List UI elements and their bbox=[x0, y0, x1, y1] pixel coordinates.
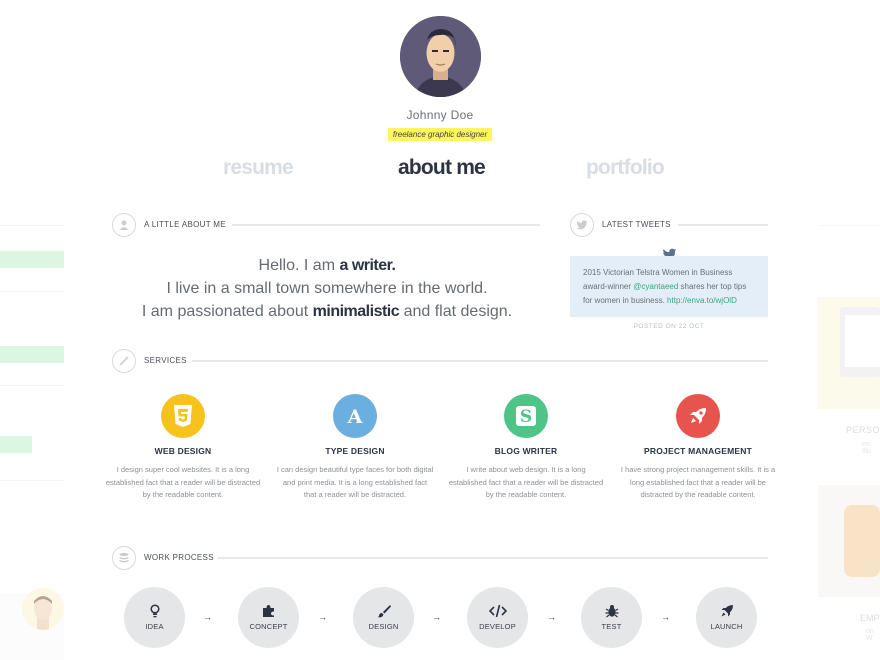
left-side-panel bbox=[0, 225, 64, 660]
brush-icon bbox=[377, 605, 391, 618]
rocket-icon bbox=[721, 605, 733, 617]
wand-icon bbox=[112, 349, 136, 373]
about-line1-prefix: Hello. I am bbox=[258, 257, 340, 274]
profile-role: freelance graphic designer bbox=[387, 128, 493, 141]
process-section-header: WORK PROCESS bbox=[112, 546, 768, 570]
service-description: I write about web design. It is a long e… bbox=[448, 465, 604, 499]
profile-name: Johnny Doe bbox=[406, 108, 474, 122]
lightbulb-icon bbox=[149, 604, 160, 618]
service-type-design: A TYPE DESIGN I can design beautiful typ… bbox=[270, 394, 440, 502]
step-label: DEVELOP bbox=[479, 622, 516, 631]
nav-portfolio[interactable]: portfolio bbox=[586, 156, 665, 180]
step-label: TEST bbox=[601, 622, 622, 631]
divider bbox=[232, 224, 540, 226]
about-section-header: A LITTLE ABOUT ME bbox=[112, 213, 542, 237]
about-line1-bold: a writer. bbox=[339, 257, 396, 274]
portfolio-thumb-1[interactable] bbox=[818, 297, 880, 409]
step-label: DESIGN bbox=[368, 622, 399, 631]
bug-icon bbox=[605, 605, 618, 618]
twitter-icon bbox=[570, 213, 594, 237]
tweet-url-link[interactable]: http://enva.to/wjOlD bbox=[667, 296, 737, 305]
arrow-icon: → bbox=[661, 612, 670, 622]
about-line3-suffix: and flat design. bbox=[399, 303, 513, 320]
service-project-management: PROJECT MANAGEMENT I have strong project… bbox=[613, 394, 783, 502]
letter-a-icon: A bbox=[333, 394, 377, 438]
about-line3-prefix: I am passionated about bbox=[141, 303, 313, 320]
puzzle-icon bbox=[262, 605, 274, 617]
mini-avatar bbox=[22, 588, 64, 630]
service-title: PROJECT MANAGEMENT bbox=[644, 446, 752, 456]
blog-s-icon: S bbox=[504, 394, 548, 438]
rocket-icon bbox=[676, 394, 720, 438]
process-step-launch: LAUNCH bbox=[696, 587, 757, 648]
tweet-mention-link[interactable]: @cyantaeed bbox=[633, 282, 678, 291]
svg-text:S: S bbox=[520, 407, 532, 427]
process-step-design: DESIGN bbox=[353, 587, 414, 648]
arrow-icon: → bbox=[547, 612, 556, 622]
tweet-card: 2015 Victorian Telstra Women in Business… bbox=[570, 256, 768, 317]
service-web-design: WEB DESIGN I design super cool websites.… bbox=[98, 394, 268, 502]
service-description: I can design beautiful type faces for bo… bbox=[276, 465, 434, 499]
process-step-test: TEST bbox=[581, 587, 642, 648]
portfolio-subcaption-2: on W bbox=[866, 628, 874, 642]
process-step-idea: IDEA bbox=[124, 587, 185, 648]
service-blog-writer: S BLOG WRITER I write about web design. … bbox=[441, 394, 611, 502]
avatar bbox=[400, 16, 481, 97]
tweets-section-header: LATEST TWEETS bbox=[570, 213, 768, 237]
about-text: Hello. I am a writer. I live in a small … bbox=[112, 254, 542, 323]
user-icon bbox=[112, 213, 136, 237]
divider bbox=[192, 360, 768, 362]
html5-icon bbox=[161, 394, 205, 438]
service-title: BLOG WRITER bbox=[494, 446, 558, 456]
code-icon bbox=[488, 604, 507, 618]
process-step-develop: DEVELOP bbox=[467, 587, 528, 648]
tweet-posted-date: POSTED ON 22 OCT bbox=[633, 323, 705, 330]
service-description: I design super cool websites. It is a lo… bbox=[105, 465, 261, 499]
portfolio-caption-2: EMPT bbox=[860, 613, 880, 623]
divider bbox=[678, 224, 768, 226]
stack-icon bbox=[112, 546, 136, 570]
services-section-header: SERVICES bbox=[112, 349, 768, 373]
step-label: IDEA bbox=[145, 622, 164, 631]
svg-text:A: A bbox=[347, 406, 363, 426]
step-label: LAUNCH bbox=[710, 622, 743, 631]
nav-about-me[interactable]: about me bbox=[398, 156, 486, 180]
about-heading: A LITTLE ABOUT ME bbox=[144, 220, 226, 229]
divider bbox=[218, 557, 768, 559]
tweets-heading: LATEST TWEETS bbox=[602, 220, 671, 229]
about-line3-bold: minimalistic bbox=[312, 303, 400, 320]
about-line2: I live in a small town somewhere in the … bbox=[166, 280, 488, 297]
arrow-icon: → bbox=[318, 612, 327, 622]
right-side-panel: PERSONA on Illu EMPT on W bbox=[818, 225, 880, 660]
service-title: TYPE DESIGN bbox=[325, 446, 385, 456]
service-title: WEB DESIGN bbox=[154, 446, 212, 456]
portfolio-thumb-2[interactable] bbox=[818, 485, 880, 597]
arrow-icon: → bbox=[203, 612, 212, 622]
nav-resume[interactable]: resume bbox=[223, 156, 294, 180]
services-heading: SERVICES bbox=[144, 356, 187, 365]
process-step-concept: CONCEPT bbox=[238, 587, 299, 648]
portfolio-caption-1: PERSONA bbox=[846, 425, 880, 435]
process-heading: WORK PROCESS bbox=[144, 553, 214, 562]
arrow-icon: → bbox=[432, 612, 441, 622]
service-description: I have strong project management skills.… bbox=[620, 465, 776, 499]
portfolio-subcaption-1: on Illu bbox=[862, 441, 871, 455]
step-label: CONCEPT bbox=[249, 622, 288, 631]
